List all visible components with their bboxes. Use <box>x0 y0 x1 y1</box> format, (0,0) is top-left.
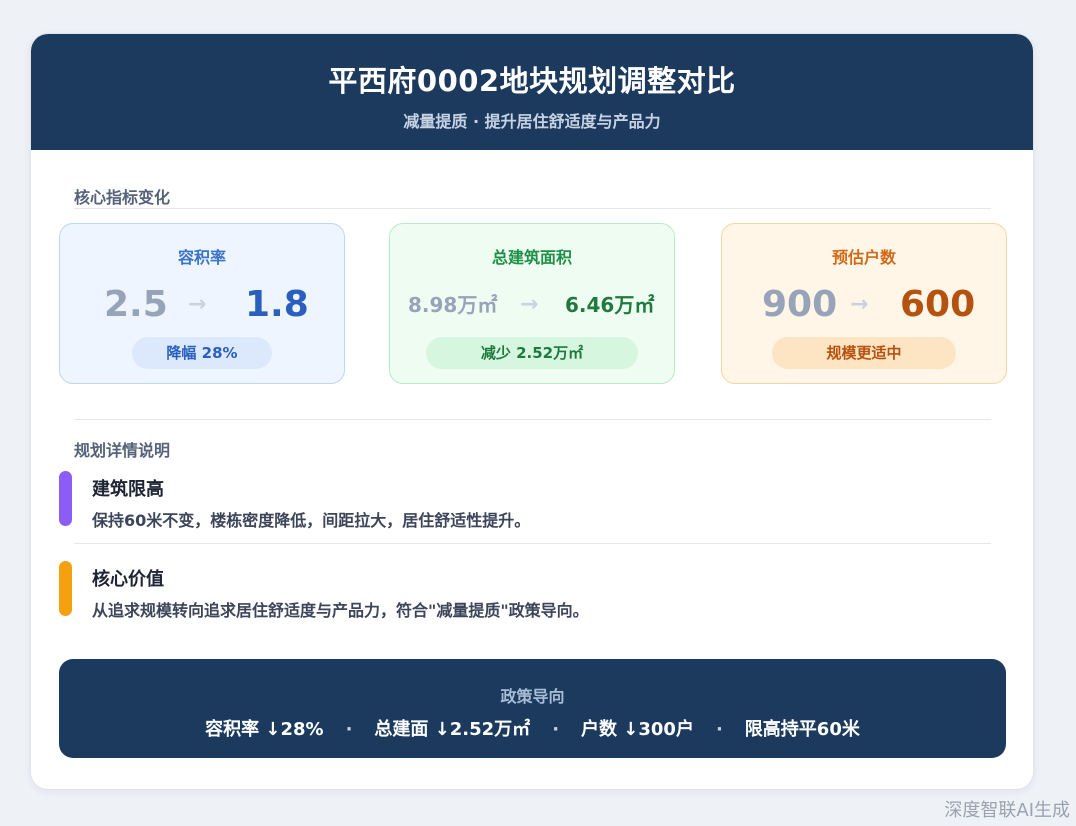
metric-after-value: 6.46万㎡ <box>565 293 655 317</box>
metric-title: 容积率 <box>177 248 226 267</box>
metric-badge: 规模更适中 <box>772 337 956 369</box>
footer-title: 政策导向 <box>500 687 565 706</box>
metric-card-floor-area: 总建筑面积 8.98万㎡ → 6.46万㎡ 减少 2.52万㎡ <box>389 223 675 384</box>
policy-footer: 政策导向 容积率 ↓28% · 总建面 ↓2.52万㎡ · 户数 ↓300户 · 限高持平6… <box>59 659 1006 758</box>
metric-values: 2.5 → 1.8 <box>60 282 344 328</box>
metric-card-households: 预估户数 900 → 600 规模更适中 <box>721 223 1007 384</box>
accent-bar <box>59 561 72 616</box>
detail-text: 从追求规模转向追求居住舒适度与产品力，符合"减量提质"政策导向。 <box>92 601 589 620</box>
section-divider <box>74 208 991 209</box>
detail-item-height-limit: 建筑限高 保持60米不变，楼栋密度降低，间距拉大，居住舒适性提升。 <box>59 471 999 531</box>
details-section-label: 规划详情说明 <box>74 441 171 460</box>
arrow-right-icon: → <box>188 292 207 317</box>
watermark: 深度智联AI生成 <box>944 800 1070 821</box>
header-banner: 平西府0002地块规划调整对比 减量提质 · 提升居住舒适度与产品力 <box>31 34 1033 150</box>
separator: · <box>345 719 353 740</box>
footer-item: 限高持平60米 <box>744 719 860 740</box>
metric-after-value: 600 <box>900 284 976 325</box>
footer-item: 总建面 ↓2.52万㎡ <box>374 719 531 740</box>
detail-item-core-value: 核心价值 从追求规模转向追求居住舒适度与产品力，符合"减量提质"政策导向。 <box>59 561 999 621</box>
item-divider <box>74 543 991 544</box>
page-subtitle: 减量提质 · 提升居住舒适度与产品力 <box>403 112 661 131</box>
metric-before-value: 900 <box>762 284 838 325</box>
metric-badge: 减少 2.52万㎡ <box>426 337 638 369</box>
metric-title: 总建筑面积 <box>491 248 572 267</box>
separator: · <box>715 719 723 740</box>
metric-before-value: 2.5 <box>104 284 168 325</box>
metric-after-value: 1.8 <box>245 284 309 325</box>
footer-item: 容积率 ↓28% <box>205 719 324 740</box>
section-divider <box>74 419 991 420</box>
metrics-section-label: 核心指标变化 <box>74 188 171 207</box>
separator: · <box>552 719 560 740</box>
metric-title: 预估户数 <box>831 248 896 267</box>
metric-values: 8.98万㎡ → 6.46万㎡ <box>390 282 674 328</box>
metric-values: 900 → 600 <box>722 282 1006 328</box>
metric-badge: 降幅 28% <box>132 337 272 369</box>
detail-title: 核心价值 <box>92 569 164 590</box>
footer-summary: 容积率 ↓28% · 总建面 ↓2.52万㎡ · 户数 ↓300户 · 限高持平60米 <box>59 715 1006 741</box>
page-title: 平西府0002地块规划调整对比 <box>328 64 736 98</box>
arrow-right-icon: → <box>850 292 869 317</box>
metric-before-value: 8.98万㎡ <box>408 293 498 317</box>
detail-text: 保持60米不变，楼栋密度降低，间距拉大，居住舒适性提升。 <box>92 511 531 530</box>
metric-card-plot-ratio: 容积率 2.5 → 1.8 降幅 28% <box>59 223 345 384</box>
detail-title: 建筑限高 <box>92 479 164 500</box>
arrow-right-icon: → <box>520 292 539 317</box>
main-card: 平西府0002地块规划调整对比 减量提质 · 提升居住舒适度与产品力 核心指标变… <box>30 33 1034 790</box>
accent-bar <box>59 471 72 526</box>
footer-item: 户数 ↓300户 <box>581 719 694 740</box>
